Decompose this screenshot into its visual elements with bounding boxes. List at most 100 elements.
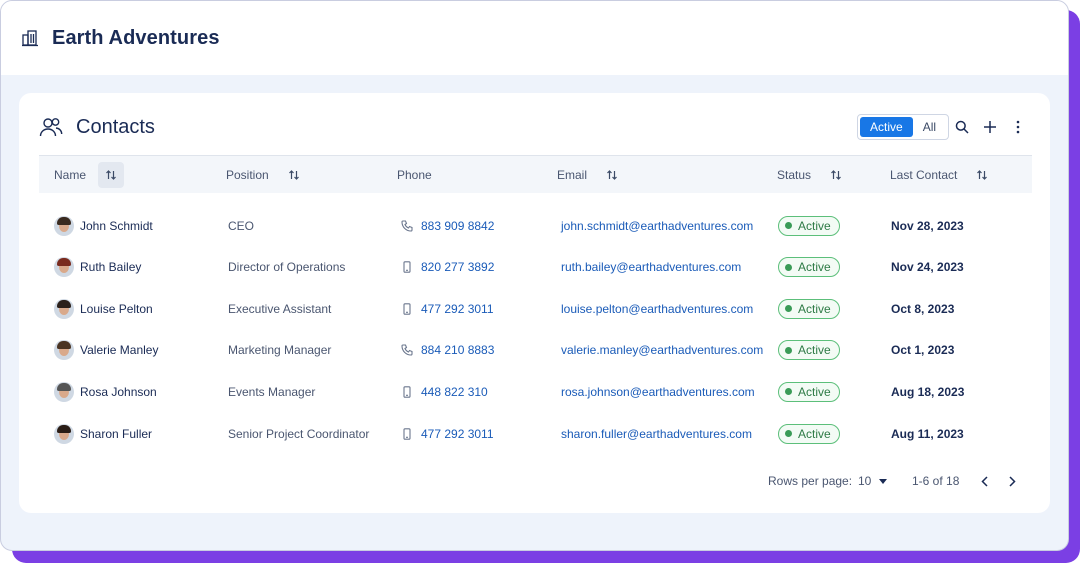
avatar	[54, 423, 74, 444]
table-row[interactable]: Ruth Bailey Director of Operations 820 277…	[39, 247, 1032, 288]
contacts-card: Contacts Active All Name Position Phone …	[19, 93, 1050, 513]
contact-name-cell: Louise Pelton	[54, 288, 153, 329]
status-dot	[785, 263, 792, 271]
contact-phone-cell: 477 292 3011	[401, 288, 494, 329]
contact-email[interactable]: john.schmidt@earthadventures.com	[561, 205, 753, 246]
card-title: Contacts	[76, 115, 155, 138]
status-dot	[785, 305, 792, 313]
contact-email[interactable]: rosa.johnson@earthadventures.com	[561, 371, 755, 412]
sort-icon[interactable]	[969, 162, 995, 188]
contact-name[interactable]: Louise Pelton	[80, 302, 153, 316]
contact-phone-cell: 477 292 3011	[401, 413, 494, 454]
contact-phone-cell: 884 210 8883	[401, 330, 494, 371]
building-icon	[21, 29, 39, 47]
contact-name[interactable]: Ruth Bailey	[80, 260, 141, 274]
previous-page-button[interactable]	[974, 471, 994, 491]
contact-name-cell: Valerie Manley	[54, 330, 158, 371]
contact-status-cell: Active	[778, 288, 840, 329]
sort-icon[interactable]	[281, 162, 307, 188]
status-badge: Active	[778, 381, 840, 402]
status-badge: Active	[778, 215, 840, 236]
contact-phone-cell: 883 909 8842	[401, 205, 494, 246]
status-badge: Active	[778, 257, 840, 278]
status-dot	[785, 430, 792, 437]
contact-name[interactable]: Sharon Fuller	[80, 427, 152, 441]
contact-last-contact: Nov 24, 2023	[891, 260, 964, 275]
sort-icon[interactable]	[599, 162, 625, 188]
contact-email[interactable]: louise.pelton@earthadventures.com	[561, 288, 753, 329]
contact-position: Marketing Manager	[228, 343, 332, 358]
app-window: Earth Adventures Contacts Active All Nam…	[0, 0, 1069, 551]
people-icon	[39, 116, 63, 138]
contact-name-cell: John Schmidt	[54, 205, 153, 246]
contact-name-cell: Rosa Johnson	[54, 371, 157, 412]
status-dot	[785, 222, 792, 229]
column-header-last-contact[interactable]: Last Contact	[890, 156, 995, 194]
contact-last-contact: Nov 28, 2023	[891, 218, 964, 233]
status-dot	[785, 388, 792, 396]
contact-position: Events Manager	[228, 384, 316, 399]
contact-last-contact: Oct 8, 2023	[891, 301, 955, 316]
column-header-phone: Phone	[397, 168, 432, 182]
chevron-right-icon	[1008, 475, 1016, 487]
column-header-status[interactable]: Status	[777, 156, 849, 194]
mobile-icon	[401, 302, 413, 315]
table-row[interactable]: Valerie Manley Marketing Manager 884 210 8…	[39, 330, 1032, 371]
contact-position: Senior Project Coordinator	[228, 426, 370, 441]
contact-name-cell: Ruth Bailey	[54, 247, 141, 288]
contact-status-cell: Active	[778, 371, 840, 412]
contact-phone[interactable]: 884 210 8883	[421, 343, 494, 357]
status-dot	[785, 346, 792, 354]
rows-per-page-select[interactable]: 10	[858, 469, 888, 493]
search-icon[interactable]	[951, 116, 973, 138]
caret-down-icon	[879, 478, 888, 484]
contacts-header: Contacts Active All	[39, 111, 1034, 143]
more-vertical-icon[interactable]	[1007, 116, 1029, 138]
contact-phone-cell: 448 822 310	[401, 371, 488, 412]
contact-phone[interactable]: 477 292 3011	[421, 302, 494, 316]
column-header-email[interactable]: Email	[557, 156, 625, 194]
sort-icon[interactable]	[98, 162, 125, 188]
contact-last-contact: Oct 1, 2023	[891, 343, 955, 358]
contact-name[interactable]: Valerie Manley	[80, 343, 158, 357]
contact-phone[interactable]: 820 277 3892	[421, 260, 494, 274]
mobile-icon	[401, 427, 413, 440]
contact-phone[interactable]: 477 292 3011	[421, 427, 494, 441]
avatar	[54, 381, 74, 402]
table-row[interactable]: Sharon Fuller Senior Project Coordinator 4…	[39, 413, 1032, 454]
contact-phone[interactable]: 448 822 310	[421, 385, 488, 399]
table-row[interactable]: Rosa Johnson Events Manager 448 822 310 ros…	[39, 371, 1032, 412]
avatar	[54, 257, 74, 278]
filter-active-option[interactable]: Active	[860, 117, 913, 137]
contact-phone-cell: 820 277 3892	[401, 247, 494, 288]
phone-icon	[401, 344, 413, 356]
contact-status-cell: Active	[778, 205, 840, 246]
contact-name-cell: Sharon Fuller	[54, 413, 152, 454]
contact-name[interactable]: John Schmidt	[80, 219, 153, 233]
phone-icon	[401, 219, 413, 232]
pagination-range: 1-6 of 18	[912, 474, 960, 488]
table-row[interactable]: Louise Pelton Executive Assistant 477 292 …	[39, 288, 1032, 329]
column-header-name[interactable]: Name	[54, 156, 125, 194]
status-badge: Active	[778, 423, 840, 444]
mobile-icon	[401, 261, 413, 273]
chevron-left-icon	[980, 475, 988, 487]
contact-phone[interactable]: 883 909 8842	[421, 219, 494, 233]
contact-email[interactable]: valerie.manley@earthadventures.com	[561, 330, 763, 371]
contact-name[interactable]: Rosa Johnson	[80, 385, 157, 399]
contact-last-contact: Aug 18, 2023	[891, 384, 965, 399]
sort-icon[interactable]	[823, 162, 849, 188]
filter-all-option[interactable]: All	[913, 117, 946, 137]
contact-email[interactable]: ruth.bailey@earthadventures.com	[561, 247, 741, 288]
contact-status-cell: Active	[778, 247, 840, 288]
table-row[interactable]: John Schmidt CEO 883 909 8842 john.schmidt@…	[39, 205, 1032, 246]
contact-position: Executive Assistant	[228, 301, 332, 316]
plus-icon[interactable]	[979, 116, 1001, 138]
contact-position: Director of Operations	[228, 260, 346, 275]
contact-email[interactable]: sharon.fuller@earthadventures.com	[561, 413, 752, 454]
next-page-button[interactable]	[1002, 471, 1022, 491]
table-header: Name Position Phone Email Status Last Co…	[39, 155, 1032, 193]
avatar	[54, 215, 74, 236]
column-header-position[interactable]: Position	[226, 156, 307, 194]
status-badge: Active	[778, 298, 840, 319]
